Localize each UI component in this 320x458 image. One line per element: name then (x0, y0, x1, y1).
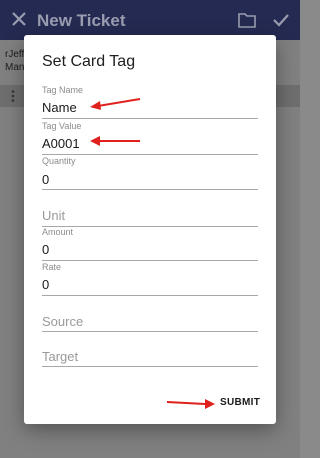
source-placeholder: Source (42, 314, 84, 329)
tag-value-value: A0001 (42, 136, 80, 151)
amount-label: Amount (42, 227, 74, 237)
annotation-arrow-tag-name (90, 98, 141, 110)
unit-placeholder: Unit (42, 208, 66, 223)
app-root: New Ticket rJeff Man Set Card Tag Tag Na… (0, 0, 300, 458)
annotation-arrow-submit (166, 399, 215, 409)
rate-value: 0 (42, 277, 50, 292)
target-field[interactable]: Target (42, 345, 258, 370)
rate-field[interactable]: Rate 0 (42, 262, 258, 298)
tag-name-value: Name (42, 100, 77, 115)
source-underline (42, 331, 258, 332)
background-text-line-1: rJeff (5, 49, 25, 60)
check-icon[interactable] (272, 11, 290, 29)
close-icon[interactable] (9, 9, 29, 29)
rate-label: Rate (42, 262, 62, 272)
background-text-line-2: Man (5, 62, 25, 73)
source-field[interactable]: Source (42, 310, 258, 335)
tag-value-field[interactable]: Tag Value A0001 (42, 121, 258, 157)
amount-underline (42, 260, 258, 261)
unit-field[interactable]: Unit (42, 203, 258, 228)
amount-value: 0 (42, 242, 50, 257)
amount-field[interactable]: Amount 0 (42, 227, 258, 263)
more-vert-icon (11, 90, 15, 102)
dialog-title: Set Card Tag (42, 53, 136, 70)
rate-underline (42, 295, 258, 296)
folder-icon[interactable] (238, 12, 256, 28)
quantity-value: 0 (42, 172, 50, 187)
tag-name-underline (42, 118, 258, 119)
tag-value-label: Tag Value (42, 121, 82, 131)
app-bar: New Ticket (0, 0, 300, 40)
submit-button[interactable]: SUBMIT (220, 397, 260, 408)
page-title: New Ticket (37, 11, 126, 30)
tag-value-underline (42, 154, 258, 155)
quantity-underline (42, 189, 258, 190)
tag-name-field[interactable]: Tag Name Name (42, 85, 258, 121)
quantity-field[interactable]: Quantity 0 (42, 156, 258, 192)
annotation-arrow-tag-value (90, 136, 140, 146)
target-placeholder: Target (42, 349, 79, 364)
quantity-label: Quantity (42, 156, 76, 166)
target-underline (42, 366, 258, 367)
set-card-tag-dialog: Set Card Tag Tag Name Name Tag Value A00… (24, 35, 276, 424)
tag-name-label: Tag Name (42, 85, 84, 95)
